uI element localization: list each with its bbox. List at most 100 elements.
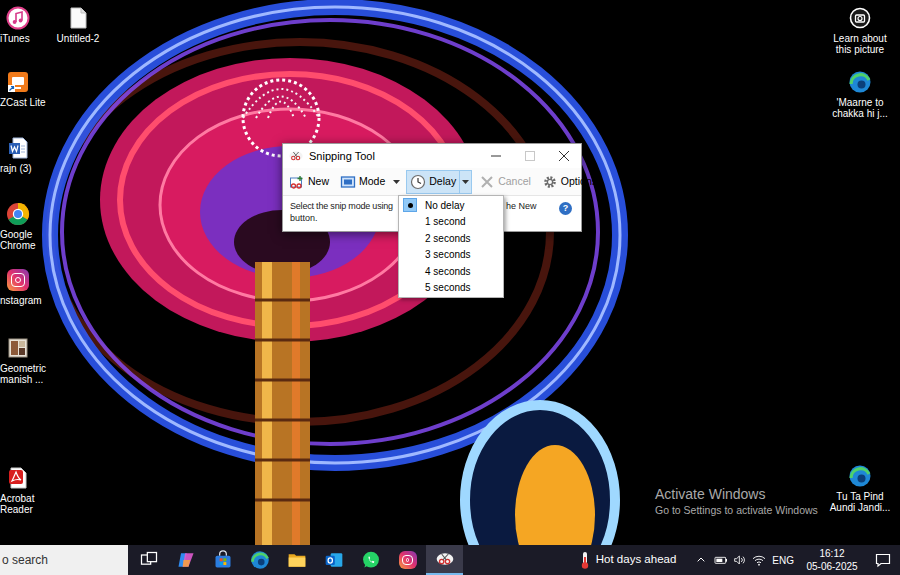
chrome-icon <box>6 202 30 226</box>
instagram-icon <box>399 551 417 569</box>
clock-date: 05-06-2025 <box>806 560 857 573</box>
minimize-button[interactable] <box>479 144 513 168</box>
toolbar-button[interactable]: New <box>285 170 333 194</box>
toolbar-button[interactable]: Options <box>538 170 601 194</box>
minimize-icon <box>491 151 501 161</box>
tray-item[interactable] <box>749 545 768 575</box>
edge-icon <box>250 550 270 570</box>
tray-item[interactable] <box>691 545 711 575</box>
help-icon: ? <box>563 204 569 213</box>
image-file-icon <box>6 336 30 360</box>
desktop-icon-label: 'Maarne to chakka hi j... <box>827 97 893 119</box>
desktop-icon[interactable]: Tu Ta Pind Aundi Jandi... <box>827 464 893 513</box>
instagram-icon <box>7 269 29 291</box>
delay-menu-item[interactable]: No delay <box>401 197 501 214</box>
file-explorer-icon <box>287 550 307 570</box>
desktop-icon[interactable]: 'Maarne to chakka hi j... <box>827 70 893 119</box>
itunes-icon <box>6 6 30 30</box>
dropdown-arrow-button[interactable] <box>459 171 471 193</box>
delay-menu-label: No delay <box>419 198 464 213</box>
search-placeholder: o search <box>2 551 48 569</box>
delay-menu-label: 4 seconds <box>419 264 471 279</box>
edge-shortcut-icon <box>848 464 872 488</box>
gear-icon <box>542 174 558 190</box>
desktop-icon[interactable]: nstagram <box>0 268 50 306</box>
volume-icon <box>732 552 748 568</box>
snipping-tool-icon <box>288 148 304 164</box>
desktop-icon[interactable]: rajn (3) <box>0 136 50 174</box>
taskbar-app[interactable] <box>278 545 315 575</box>
desktop: iTunes ZCast Lite rajn (3) Google Chrome nst… <box>0 0 900 545</box>
desktop-icon[interactable]: ZCast Lite <box>0 70 50 108</box>
maximize-icon <box>525 151 535 161</box>
clock-time: 16:12 <box>819 547 844 560</box>
whatsapp-icon <box>361 550 381 570</box>
toolbar: NewModeDelayCancelOptions <box>283 168 581 196</box>
taskbar-app[interactable] <box>389 545 426 575</box>
taskbar-app[interactable] <box>241 545 278 575</box>
taskbar-app[interactable] <box>352 545 389 575</box>
weather-widget[interactable]: Hot days ahead <box>579 545 692 575</box>
clock[interactable]: 16:1205-06-2025 <box>798 545 866 575</box>
desktop-icon[interactable]: iTunes <box>0 6 50 44</box>
window-title: Snipping Tool <box>309 148 479 165</box>
desktop-icon-label: Learn about this picture <box>827 33 893 55</box>
dropdown-arrow-button[interactable] <box>391 171 402 193</box>
toolbar-button[interactable]: Cancel <box>475 170 535 194</box>
delay-menu-item[interactable]: 2 seconds <box>401 230 501 247</box>
desktop-icon[interactable]: Geometric manish ... <box>0 336 50 385</box>
bing-info-icon <box>848 6 872 30</box>
store-icon <box>213 550 233 570</box>
language-indicator[interactable]: ENG <box>768 545 798 575</box>
desktop-icon-label: iTunes <box>0 33 50 44</box>
thermometer-icon <box>579 550 591 570</box>
delay-menu-item[interactable]: 4 seconds <box>401 263 501 280</box>
maximize-button[interactable] <box>513 144 547 168</box>
close-button[interactable] <box>547 144 581 168</box>
screen: iTunes ZCast Lite rajn (3) Google Chrome nst… <box>0 0 900 575</box>
cancel-icon <box>479 174 495 190</box>
delay-menu-item[interactable]: 5 seconds <box>401 280 501 297</box>
desktop-icon-label: Geometric manish ... <box>0 363 50 385</box>
copilot-icon <box>176 550 196 570</box>
search-box[interactable]: o search <box>0 545 128 575</box>
toolbar-button-label: Delay <box>429 174 456 190</box>
delay-menu-item[interactable]: 1 second <box>401 214 501 231</box>
help-button[interactable]: ? <box>559 202 572 215</box>
chevron-icon <box>693 552 709 568</box>
hint-text: button. <box>290 212 403 224</box>
tray-item[interactable] <box>730 545 749 575</box>
delay-menu-label: 2 seconds <box>419 231 471 246</box>
notification-button[interactable] <box>866 545 900 575</box>
desktop-icon-label: Google Chrome <box>0 229 50 251</box>
selected-radio-icon <box>403 198 417 212</box>
task-view-icon <box>139 550 159 570</box>
taskbar-app[interactable] <box>167 545 204 575</box>
desktop-icon[interactable]: Acrobat Reader <box>0 466 50 515</box>
tray-item[interactable] <box>711 545 730 575</box>
outlook-icon <box>324 550 344 570</box>
toolbar-button[interactable]: Mode <box>336 170 403 194</box>
delay-menu-label: 5 seconds <box>419 280 471 295</box>
desktop-icon[interactable]: Untitled-2 <box>45 6 111 44</box>
snipping-tool-icon <box>435 549 455 569</box>
taskbar-app[interactable] <box>426 545 463 575</box>
taskbar-app[interactable] <box>204 545 241 575</box>
desktop-icon-label: rajn (3) <box>0 163 50 174</box>
desktop-icon[interactable]: Learn about this picture <box>827 6 893 55</box>
desktop-icon[interactable]: Google Chrome <box>0 202 50 251</box>
taskbar-app[interactable] <box>130 545 167 575</box>
network-icon <box>751 552 767 568</box>
desktop-icon-label: Tu Ta Pind Aundi Jandi... <box>827 491 893 513</box>
taskbar-app[interactable] <box>315 545 352 575</box>
text-file-icon <box>66 6 90 30</box>
desktop-icon-label: Acrobat Reader <box>0 493 50 515</box>
zcast-icon <box>6 70 30 94</box>
toolbar-button[interactable]: Delay <box>406 170 472 194</box>
word-doc-icon <box>6 136 30 160</box>
delay-menu-item[interactable]: 3 seconds <box>401 247 501 264</box>
caret-down-icon <box>393 180 400 184</box>
title-bar[interactable]: Snipping Tool <box>283 144 581 168</box>
delay-menu-label: 1 second <box>419 214 466 229</box>
weather-text: Hot days ahead <box>596 551 677 568</box>
